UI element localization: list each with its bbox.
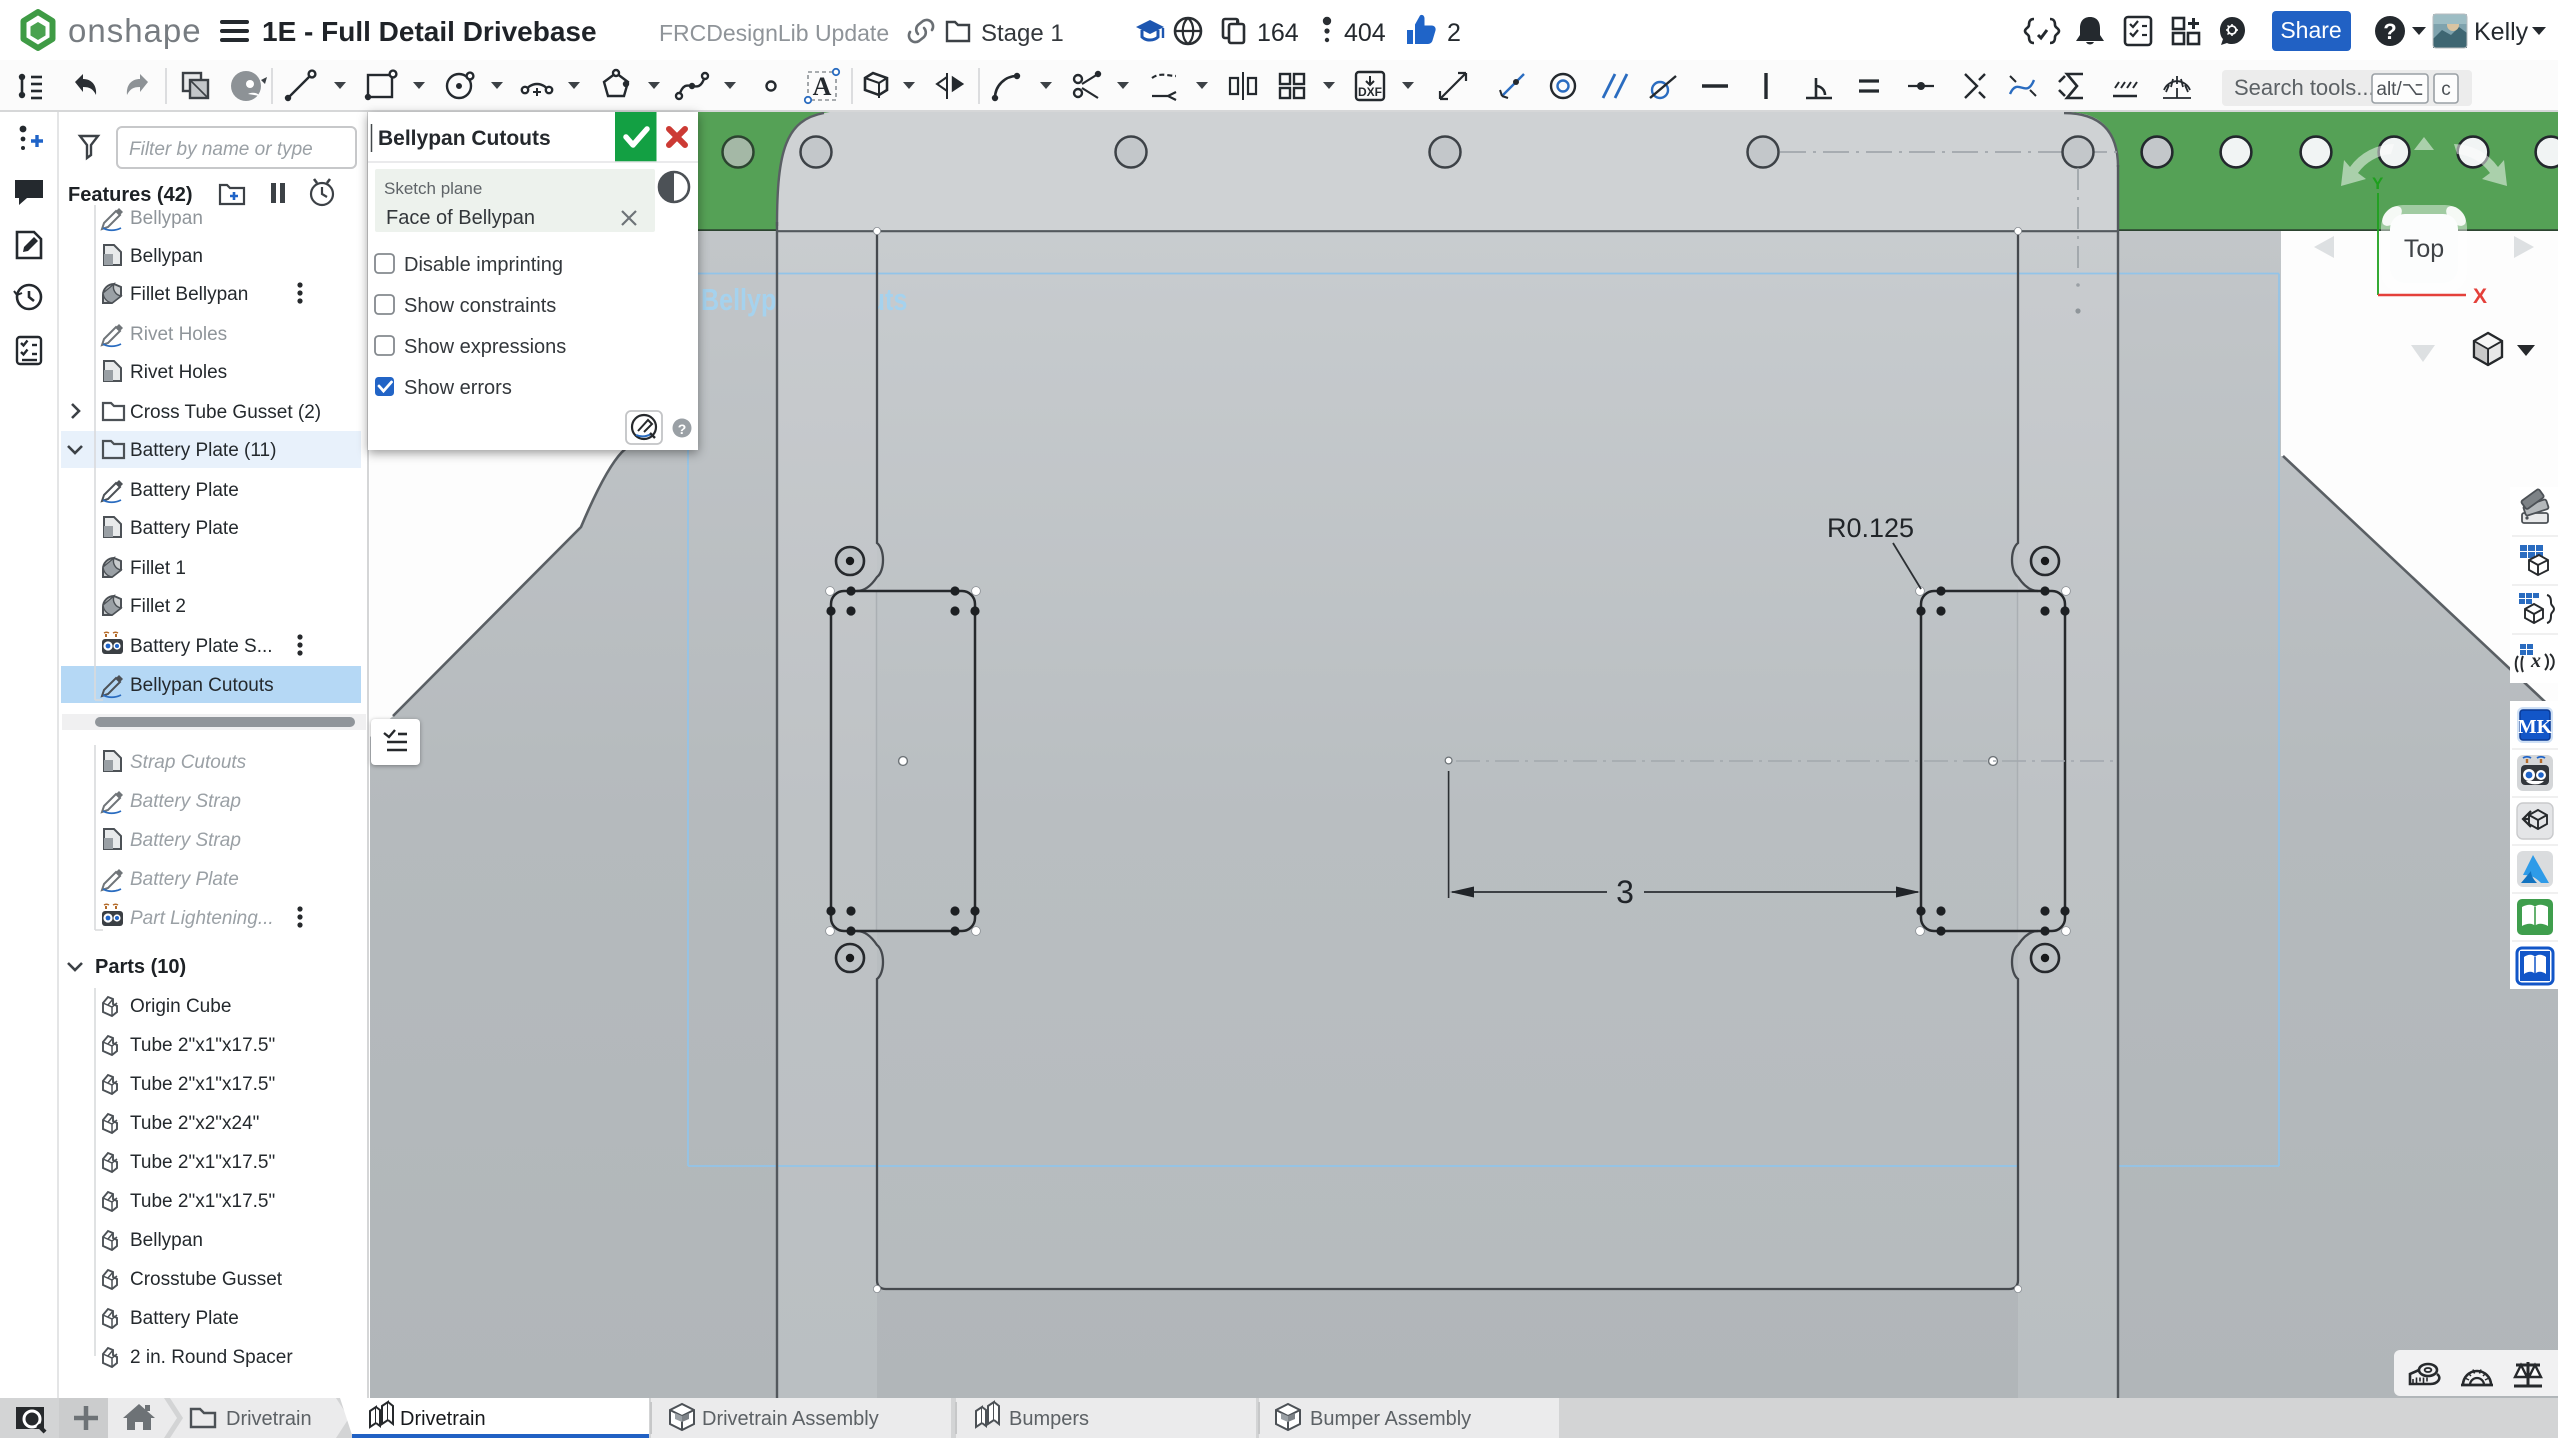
svg-text:Battery Plate S...: Battery Plate S...: [130, 636, 273, 657]
svg-text:?: ?: [2383, 19, 2396, 44]
svg-text:Crosstube Gusset: Crosstube Gusset: [130, 1269, 283, 1290]
svg-text:2: 2: [1447, 19, 1461, 47]
svg-text:c: c: [2441, 79, 2451, 100]
svg-text:Battery Plate: Battery Plate: [130, 518, 239, 539]
svg-text:Disable imprinting: Disable imprinting: [404, 254, 563, 276]
svg-text:FRCDesignLib Update: FRCDesignLib Update: [659, 20, 889, 46]
svg-text:Drivetrain Assembly: Drivetrain Assembly: [702, 1408, 879, 1430]
svg-text:Tube 2"x1"x17.5": Tube 2"x1"x17.5": [130, 1152, 275, 1173]
svg-text:Strap Cutouts: Strap Cutouts: [130, 752, 247, 773]
svg-text:Tube 2"x2"x24": Tube 2"x2"x24": [130, 1113, 259, 1134]
svg-text:Show errors: Show errors: [404, 377, 512, 399]
svg-text:Share: Share: [2280, 17, 2341, 43]
svg-text:Bellypan Cutouts: Bellypan Cutouts: [378, 127, 551, 150]
svg-text:?: ?: [678, 421, 687, 437]
svg-text:Bellypan: Bellypan: [130, 208, 203, 229]
svg-text:Bumper Assembly: Bumper Assembly: [1310, 1408, 1471, 1430]
svg-text:R0.125: R0.125: [1827, 513, 1914, 543]
svg-text:alt/⌥: alt/⌥: [2376, 79, 2423, 100]
svg-text:Battery Plate: Battery Plate: [130, 1308, 239, 1329]
svg-text:DXF: DXF: [1358, 85, 1382, 99]
svg-text:Part Lightening...: Part Lightening...: [130, 908, 274, 929]
svg-text:Cross Tube Gusset (2): Cross Tube Gusset (2): [130, 402, 321, 423]
svg-text:Kelly: Kelly: [2474, 18, 2529, 46]
svg-text:A: A: [813, 72, 832, 101]
svg-text:Battery Strap: Battery Strap: [130, 830, 241, 851]
svg-text:Search tools...: Search tools...: [2234, 75, 2375, 100]
svg-text:Rivet Holes: Rivet Holes: [130, 324, 227, 345]
svg-text:Battery Strap: Battery Strap: [130, 791, 241, 812]
svg-text:Battery Plate: Battery Plate: [130, 869, 239, 890]
svg-text:Tube 2"x1"x17.5": Tube 2"x1"x17.5": [130, 1074, 275, 1095]
svg-text:164: 164: [1257, 19, 1299, 47]
svg-text:Bellypan: Bellypan: [130, 1230, 203, 1251]
svg-text:Tube 2"x1"x17.5": Tube 2"x1"x17.5": [130, 1191, 275, 1212]
svg-text:Battery Plate (11): Battery Plate (11): [130, 440, 276, 461]
svg-text:Bellypan Cutouts: Bellypan Cutouts: [130, 675, 274, 696]
svg-text:Parts (10): Parts (10): [95, 956, 186, 978]
svg-text:Sketch plane: Sketch plane: [384, 179, 482, 198]
svg-text:Bellypan: Bellypan: [130, 246, 203, 267]
svg-text:Fillet 2: Fillet 2: [130, 596, 186, 617]
svg-text:2 in. Round Spacer: 2 in. Round Spacer: [130, 1347, 293, 1368]
svg-text:Rivet Holes: Rivet Holes: [130, 362, 227, 383]
svg-text:MK: MK: [2518, 716, 2553, 738]
svg-text:Show constraints: Show constraints: [404, 295, 556, 317]
svg-text:X: X: [2473, 285, 2487, 308]
svg-text:Face of Bellypan: Face of Bellypan: [386, 207, 535, 229]
svg-text:Drivetrain: Drivetrain: [400, 1408, 486, 1430]
svg-text:Bumpers: Bumpers: [1009, 1408, 1089, 1430]
svg-text:x: x: [2530, 650, 2541, 672]
svg-text:3: 3: [1616, 874, 1634, 910]
svg-text:Top: Top: [2404, 235, 2444, 263]
svg-text:Show expressions: Show expressions: [404, 336, 566, 358]
svg-text:1E - Full Detail Drivebase: 1E - Full Detail Drivebase: [262, 16, 597, 47]
svg-text:Fillet Bellypan: Fillet Bellypan: [130, 284, 248, 305]
svg-text:Battery Plate: Battery Plate: [130, 480, 239, 501]
svg-text:Y: Y: [2372, 174, 2384, 193]
svg-text:Stage 1: Stage 1: [981, 20, 1064, 47]
svg-text:Origin Cube: Origin Cube: [130, 996, 231, 1017]
svg-text:onshape: onshape: [68, 12, 202, 49]
svg-text:Tube 2"x1"x17.5": Tube 2"x1"x17.5": [130, 1035, 275, 1056]
svg-text:Fillet 1: Fillet 1: [130, 558, 186, 579]
svg-text:Drivetrain: Drivetrain: [226, 1408, 312, 1430]
svg-text:404: 404: [1344, 19, 1386, 47]
